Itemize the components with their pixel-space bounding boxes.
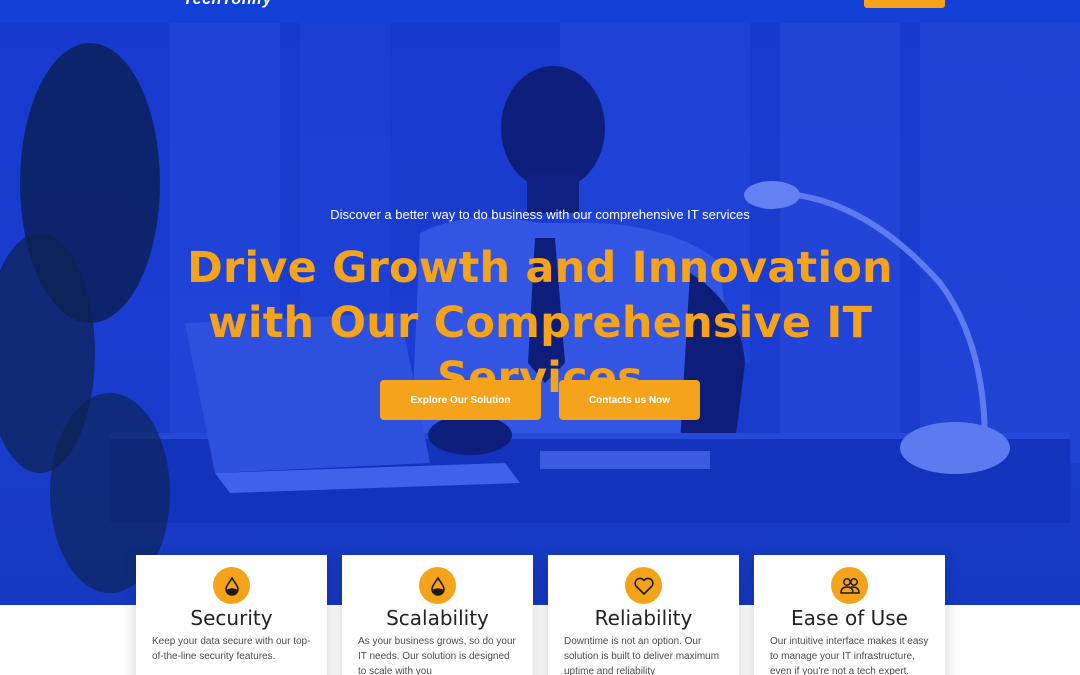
hero-subtitle: Discover a better way to do business wit… — [330, 207, 750, 222]
explore-solution-button[interactable]: Explore Our Solution — [380, 380, 541, 420]
feature-title: Ease of Use — [791, 606, 908, 630]
top-nav-bar: TechTonify — [0, 0, 1080, 23]
feature-title: Scalability — [386, 606, 489, 630]
feature-description: Our intuitive interface makes it easy to… — [770, 636, 929, 675]
feature-description: Keep your data secure with our top-of-th… — [152, 636, 311, 662]
site-logo[interactable]: TechTonify — [183, 0, 272, 9]
heart-icon — [625, 567, 662, 604]
feature-description: As your business grows, so do your IT ne… — [358, 636, 516, 675]
feature-card-ease-of-use: Ease of Use Our intuitive interface make… — [754, 555, 945, 675]
header-cta-button[interactable] — [864, 0, 945, 8]
water-drop-icon — [419, 567, 456, 604]
feature-title: Security — [190, 606, 273, 630]
feature-card-scalability: Scalability As your business grows, so d… — [342, 555, 533, 675]
feature-card-reliability: Reliability Downtime is not an option. O… — [548, 555, 739, 675]
feature-description: Downtime is not an option. Our solution … — [564, 636, 720, 675]
feature-card-security: Security Keep your data secure with our … — [136, 555, 327, 675]
feature-title: Reliability — [594, 606, 693, 630]
contact-us-button[interactable]: Contacts us Now — [559, 380, 700, 420]
hero-section: Discover a better way to do business wit… — [0, 23, 1080, 605]
water-drop-icon — [213, 567, 250, 604]
users-icon — [831, 567, 868, 604]
